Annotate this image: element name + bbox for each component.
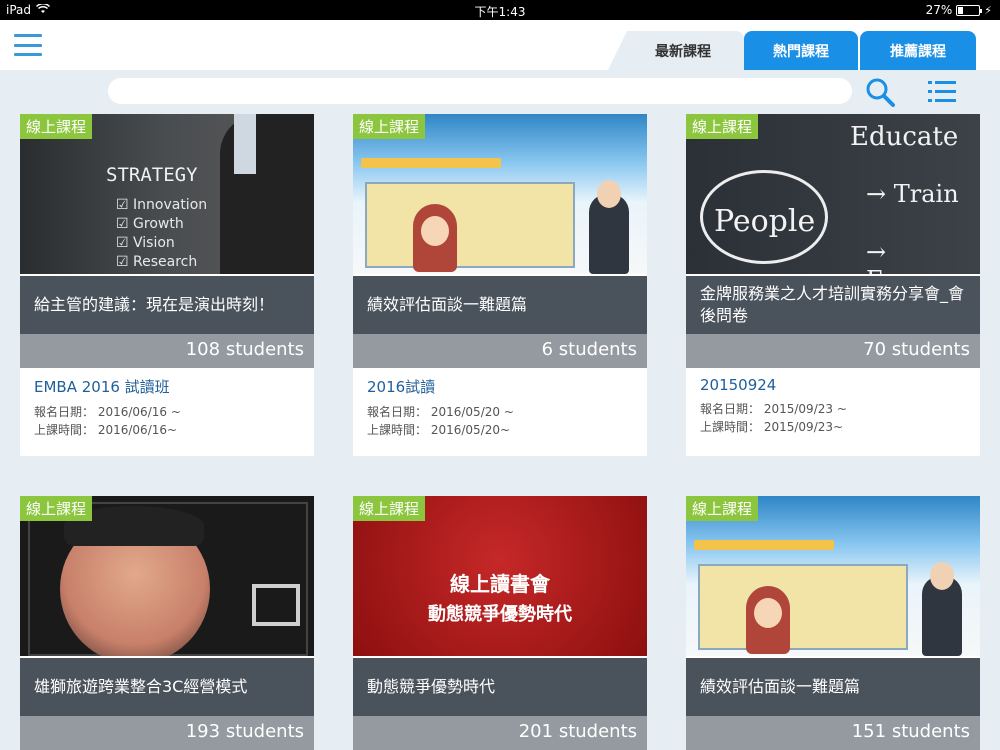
course-thumbnail: 線上課程 bbox=[20, 496, 314, 656]
registration-date: 報名日期： 2016/05/20 ~ bbox=[367, 405, 514, 419]
course-title: 績效評估面談一難題篇 bbox=[353, 276, 647, 334]
class-name[interactable]: 2016試讀 bbox=[367, 376, 633, 397]
course-card[interactable]: 線上課程 雄獅旅遊跨業整合3C經營模式 193 students bbox=[20, 496, 314, 750]
course-title: 雄獅旅遊跨業整合3C經營模式 bbox=[20, 658, 314, 716]
course-title: 動態競爭優勢時代 bbox=[353, 658, 647, 716]
class-name[interactable]: 20150924 bbox=[700, 376, 966, 394]
cartoon-head bbox=[597, 180, 621, 208]
online-course-tag: 線上課程 bbox=[686, 496, 759, 521]
student-count: 193 students bbox=[20, 716, 314, 750]
online-course-tag: 線上課程 bbox=[686, 114, 759, 139]
class-time: 上課時間： 2015/09/23~ bbox=[700, 420, 844, 434]
online-course-tag: 線上課程 bbox=[353, 114, 426, 139]
clock: 下午1:43 bbox=[474, 5, 526, 19]
course-info: 2016試讀 報名日期： 2016/05/20 ~ 上課時間： 2016/05/… bbox=[353, 368, 647, 447]
status-bar: iPad 下午1:43 27% ⚡ bbox=[0, 0, 1000, 20]
course-card[interactable]: 線上讀書會 動態競爭優勢時代 線上課程 動態競爭優勢時代 201 student… bbox=[353, 496, 647, 750]
cartoon-face bbox=[421, 216, 449, 246]
student-count: 108 students bbox=[20, 334, 314, 368]
tab-recommended-courses[interactable]: 推薦課程 bbox=[860, 31, 976, 70]
educate-text: Educate bbox=[850, 122, 959, 152]
course-thumbnail: 線上課程 bbox=[353, 114, 647, 274]
shirt-shape bbox=[234, 114, 256, 174]
strategy-list: ☑ Innovation ☑ Growth ☑ Vision ☑ Researc… bbox=[116, 196, 207, 272]
thumbnail-heading: 線上讀書會 bbox=[450, 572, 550, 596]
student-count: 151 students bbox=[686, 716, 980, 750]
strategy-item: ☑ Research bbox=[116, 254, 198, 270]
online-course-tag: 線上課程 bbox=[20, 496, 93, 521]
registration-date: 報名日期： 2015/09/23 ~ bbox=[700, 402, 847, 416]
course-thumbnail: STRATEGY ☑ Innovation ☑ Growth ☑ Vision … bbox=[20, 114, 314, 274]
course-card[interactable]: STRATEGY ☑ Innovation ☑ Growth ☑ Vision … bbox=[20, 114, 314, 456]
course-thumbnail: People Educate → Train → Empowe 線上課程 bbox=[686, 114, 980, 274]
search-icon[interactable] bbox=[864, 76, 896, 108]
battery-icon bbox=[956, 4, 983, 16]
class-name[interactable]: EMBA 2016 試讀班 bbox=[34, 376, 300, 397]
app-header: 最新課程 熱門課程 推薦課程 bbox=[0, 20, 1000, 70]
cartoon-face bbox=[754, 598, 782, 628]
strategy-text: STRATEGY bbox=[106, 164, 198, 186]
status-right: 27% ⚡ bbox=[926, 3, 992, 17]
class-time: 上課時間： 2016/05/20~ bbox=[367, 423, 511, 437]
student-count: 6 students bbox=[353, 334, 647, 368]
thumbnail-subheading: 動態競爭優勢時代 bbox=[428, 604, 572, 625]
list-view-icon[interactable] bbox=[928, 80, 956, 104]
online-course-tag: 線上課程 bbox=[20, 114, 93, 139]
hamburger-icon[interactable] bbox=[14, 34, 42, 56]
tab-latest-courses[interactable]: 最新課程 bbox=[608, 31, 744, 70]
strategy-item: ☑ Vision bbox=[116, 235, 175, 251]
train-text: → Train bbox=[866, 180, 959, 208]
course-info: 20150924 報名日期： 2015/09/23 ~ 上課時間： 2015/0… bbox=[686, 368, 980, 444]
thumbnail-box bbox=[698, 564, 908, 650]
online-course-tag: 線上課程 bbox=[353, 496, 426, 521]
course-info: EMBA 2016 試讀班 報名日期： 2016/06/16 ~ 上課時間： 2… bbox=[20, 368, 314, 447]
tab-popular-courses[interactable]: 熱門課程 bbox=[744, 31, 858, 70]
registration-date: 報名日期： 2016/06/16 ~ bbox=[34, 405, 181, 419]
thumbnail-box bbox=[365, 182, 575, 268]
course-title: 給主管的建議：現在是演出時刻！ bbox=[20, 276, 314, 334]
search-input[interactable] bbox=[108, 78, 852, 104]
empower-text: → Empowe bbox=[866, 238, 971, 274]
charging-icon: ⚡ bbox=[984, 3, 992, 17]
strategy-item: ☑ Growth bbox=[116, 216, 184, 232]
course-card[interactable]: 線上課程 績效評估面談一難題篇 6 students 2016試讀 報名日期： … bbox=[353, 114, 647, 456]
course-title: 金牌服務業之人才培訓實務分享會_會後問卷 bbox=[686, 276, 980, 334]
course-card[interactable]: People Educate → Train → Empowe 線上課程 金牌服… bbox=[686, 114, 980, 456]
thumbnail-bar bbox=[361, 158, 501, 168]
people-text: People bbox=[714, 204, 816, 239]
student-count: 201 students bbox=[353, 716, 647, 750]
student-count: 70 students bbox=[686, 334, 980, 368]
strategy-item: ☑ Innovation bbox=[116, 197, 208, 213]
battery-percent: 27% bbox=[925, 3, 953, 17]
battery-fill bbox=[958, 6, 964, 14]
class-time: 上課時間： 2016/06/16~ bbox=[34, 423, 178, 437]
film-icon bbox=[252, 584, 300, 626]
course-thumbnail: 線上讀書會 動態競爭優勢時代 線上課程 bbox=[353, 496, 647, 656]
cartoon-head bbox=[930, 562, 954, 590]
course-thumbnail: 線上課程 bbox=[686, 496, 980, 656]
course-card[interactable]: 線上課程 績效評估面談一難題篇 151 students bbox=[686, 496, 980, 750]
thumbnail-bar bbox=[694, 540, 834, 550]
course-title: 績效評估面談一難題篇 bbox=[686, 658, 980, 716]
